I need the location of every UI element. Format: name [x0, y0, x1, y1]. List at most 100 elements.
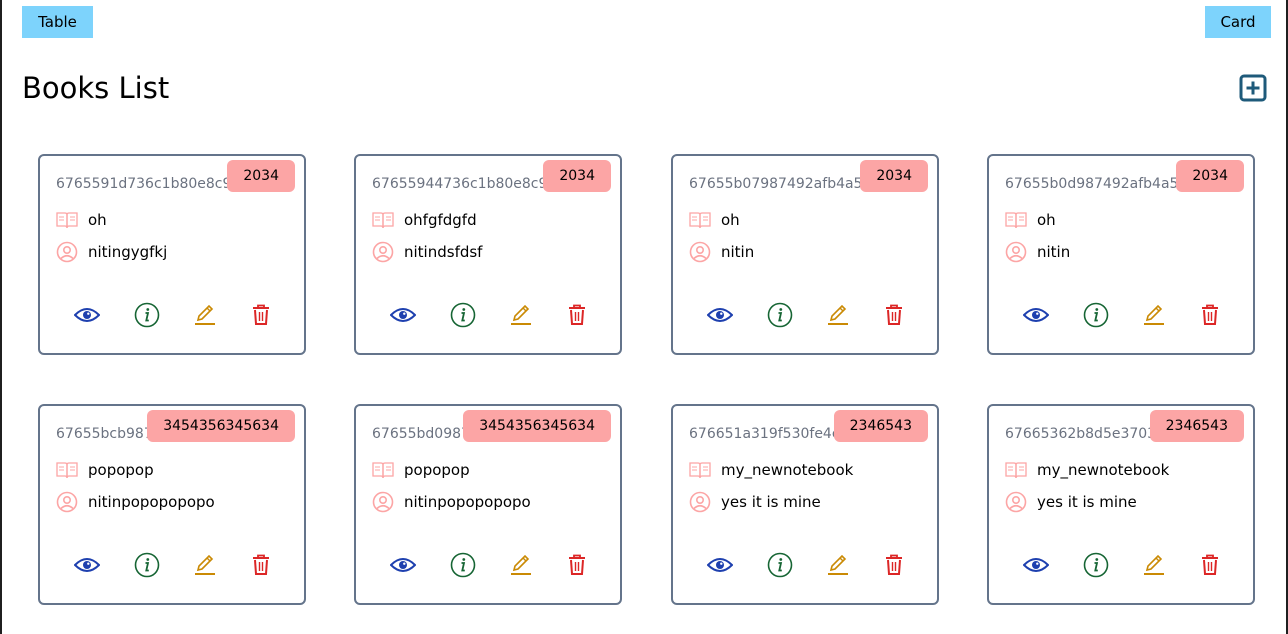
book-title: ohfgfdgfd [404, 211, 477, 229]
card-actions [989, 302, 1253, 328]
book-title-row: ohfgfdgfd [372, 208, 477, 232]
user-circle-icon [689, 491, 711, 513]
edit-button[interactable] [192, 302, 218, 328]
book-open-icon [689, 209, 711, 231]
edit-button[interactable] [1141, 302, 1167, 328]
user-circle-icon [689, 241, 711, 263]
pencil-icon [828, 304, 848, 325]
app-frame: Table Card Books List 6765591d736c1b80e8… [0, 0, 1288, 634]
card-actions [673, 552, 937, 578]
trash-icon [569, 304, 585, 325]
book-author-row: nitingygfkj [56, 240, 167, 264]
pencil-icon [195, 554, 215, 575]
book-open-icon [689, 459, 711, 481]
book-author-row: nitinpopopopopo [56, 490, 215, 514]
book-open-icon [56, 459, 78, 481]
view-button[interactable] [74, 302, 100, 328]
year-badge: 2034 [860, 160, 928, 192]
edit-button[interactable] [825, 302, 851, 328]
book-title-row: oh [1005, 208, 1056, 232]
card-actions [356, 302, 620, 328]
delete-button[interactable] [564, 302, 590, 328]
book-title-row: oh [56, 208, 107, 232]
book-title-row: popopop [372, 458, 470, 482]
delete-button[interactable] [881, 302, 907, 328]
book-card-4: 67655b0d987492afb4a5 2034 oh nitin [987, 154, 1255, 355]
view-button[interactable] [1023, 302, 1049, 328]
view-button[interactable] [707, 302, 733, 328]
view-button[interactable] [707, 552, 733, 578]
trash-icon [1202, 304, 1218, 325]
book-title-row: oh [689, 208, 740, 232]
book-card-7: 676651a319f530fe4c2b 2346543 my_newnoteb… [671, 404, 939, 605]
book-author-row: nitin [1005, 240, 1070, 264]
book-open-icon [56, 209, 78, 231]
year-badge: 2346543 [1149, 410, 1244, 442]
pencil-icon [1144, 554, 1164, 575]
delete-button[interactable] [1197, 552, 1223, 578]
view-button[interactable] [74, 552, 100, 578]
info-button[interactable] [134, 302, 160, 328]
info-circle-icon [767, 552, 793, 578]
user-circle-icon [1005, 491, 1027, 513]
book-title: my_newnotebook [721, 461, 854, 479]
view-button[interactable] [1023, 552, 1049, 578]
book-card-1: 6765591d736c1b80e8c9 2034 oh nitingygfkj [38, 154, 306, 355]
pencil-icon [511, 554, 531, 575]
year-badge: 2034 [227, 160, 295, 192]
delete-button[interactable] [564, 552, 590, 578]
card-actions [673, 302, 937, 328]
pencil-icon [1144, 304, 1164, 325]
book-author: nitin [1037, 243, 1071, 261]
book-title: oh [1037, 211, 1056, 229]
info-button[interactable] [1083, 552, 1109, 578]
book-author: nitinpopopopopo [404, 493, 531, 511]
book-author: nitindsfdsf [404, 243, 483, 261]
view-button[interactable] [390, 302, 416, 328]
book-author: nitin [721, 243, 755, 261]
eye-icon [707, 558, 733, 572]
eye-icon [74, 558, 100, 572]
edit-button[interactable] [508, 552, 534, 578]
delete-button[interactable] [1197, 302, 1223, 328]
delete-button[interactable] [881, 552, 907, 578]
card-actions [40, 302, 304, 328]
book-title: popopop [404, 461, 470, 479]
user-circle-icon [56, 241, 78, 263]
trash-icon [886, 304, 902, 325]
info-circle-icon [1083, 302, 1109, 328]
trash-icon [1202, 554, 1218, 575]
edit-button[interactable] [825, 552, 851, 578]
info-button[interactable] [767, 302, 793, 328]
info-button[interactable] [450, 302, 476, 328]
card-view-button[interactable]: Card [1205, 6, 1271, 38]
info-button[interactable] [1083, 302, 1109, 328]
year-badge: 3454356345634 [463, 410, 611, 442]
book-title-row: popopop [56, 458, 154, 482]
eye-icon [1023, 308, 1049, 322]
edit-button[interactable] [192, 552, 218, 578]
add-book-button[interactable] [1239, 74, 1267, 102]
edit-button[interactable] [508, 302, 534, 328]
eye-icon [390, 308, 416, 322]
book-author: nitingygfkj [88, 243, 168, 261]
pencil-icon [195, 304, 215, 325]
edit-button[interactable] [1141, 552, 1167, 578]
plus-square-icon [1239, 74, 1267, 102]
view-button[interactable] [390, 552, 416, 578]
eye-icon [390, 558, 416, 572]
info-button[interactable] [134, 552, 160, 578]
info-button[interactable] [767, 552, 793, 578]
trash-icon [886, 554, 902, 575]
book-author: yes it is mine [721, 493, 821, 511]
delete-button[interactable] [248, 302, 274, 328]
user-circle-icon [372, 491, 394, 513]
card-actions [40, 552, 304, 578]
info-circle-icon [1083, 552, 1109, 578]
table-view-button[interactable]: Table [22, 6, 93, 38]
year-badge: 2034 [543, 160, 611, 192]
info-button[interactable] [450, 552, 476, 578]
eye-icon [74, 308, 100, 322]
book-open-icon [1005, 459, 1027, 481]
delete-button[interactable] [248, 552, 274, 578]
